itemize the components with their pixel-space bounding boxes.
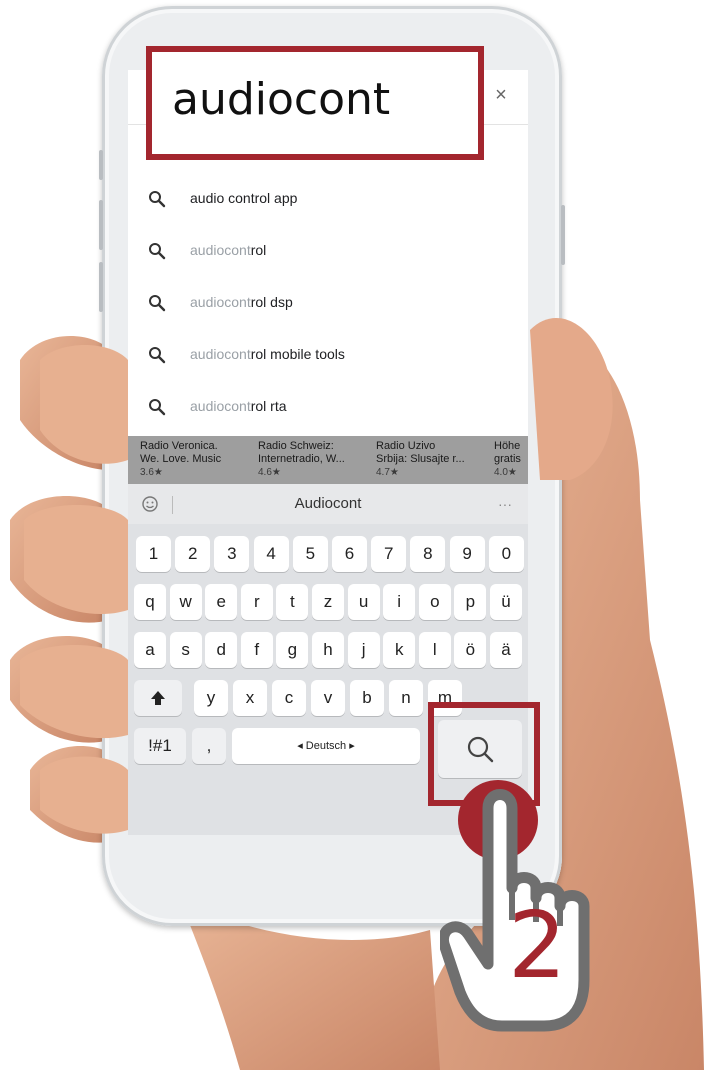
suggestion-rest: rol rta [250,398,287,414]
power-button [561,205,565,265]
suggestion-typed: audiocont [190,398,251,414]
suggestion-item[interactable]: audiocontrol mobile tools [128,330,528,382]
key-x[interactable]: x [233,680,267,716]
key-3[interactable]: 3 [214,536,250,572]
search-query-callout: audiocont [146,46,484,160]
suggestion-label: audiocontrol mobile tools [190,346,345,362]
search-icon [149,243,166,260]
key-z[interactable]: z [312,584,344,620]
key-4[interactable]: 4 [253,536,289,572]
key-o[interactable]: o [418,584,451,620]
search-icon [149,347,166,364]
prediction-word[interactable]: Audiocont [128,484,528,524]
key-q[interactable]: q [134,584,166,620]
search-icon [149,295,166,312]
key-g[interactable]: g [276,632,309,668]
shift-key[interactable] [134,680,182,716]
key-y[interactable]: y [194,680,228,716]
suggestion-item[interactable]: audiocontrol dsp [128,278,528,330]
key-r[interactable]: r [240,584,273,620]
app-title-line2: We. Love. Music [140,453,222,465]
key-n[interactable]: n [389,680,423,716]
app-title-line2: gratis [494,453,521,465]
app-results-strip: Radio Veronica. We. Love. Music 3.6★ Radio … [128,436,528,484]
symbols-key[interactable]: !#1 [134,728,186,764]
suggestion-label: audiocontrol dsp [190,294,293,310]
key-ä[interactable]: ä [490,632,522,668]
search-icon [149,191,166,208]
key-j[interactable]: j [347,632,380,668]
key-8[interactable]: 8 [410,536,446,572]
comma-key[interactable]: , [192,728,226,764]
search-query-text: audiocont [172,74,391,125]
suggestion-item[interactable]: audio control app [128,174,528,226]
app-rating: 4.6★ [258,467,281,478]
search-icon [149,399,166,416]
suggestion-rest: rol [250,242,267,258]
suggestion-label: audio control app [190,190,297,206]
key-9[interactable]: 9 [449,536,485,572]
mute-switch [99,150,103,180]
key-s[interactable]: s [169,632,202,668]
app-title-line2: Internetradio, W... [258,453,345,465]
app-rating: 4.7★ [376,467,399,478]
key-2[interactable]: 2 [175,536,211,572]
app-title-line1: Radio Veronica. [140,440,218,452]
key-i[interactable]: i [383,584,416,620]
app-title-line1: Höhe [494,440,521,452]
key-6[interactable]: 6 [332,536,367,572]
key-t[interactable]: t [276,584,309,620]
key-v[interactable]: v [311,680,345,716]
suggestion-typed: audiocont [190,242,251,258]
keyboard-prediction-bar: Audiocont ··· [128,484,528,524]
key-w[interactable]: w [169,584,202,620]
app-title-line2: Srbija: Slusajte r... [376,453,465,465]
volume-up-button [99,200,103,250]
key-ü[interactable]: ü [490,584,522,620]
app-tile[interactable]: Radio Veronica. We. Love. Music 3.6★ [140,440,258,479]
key-7[interactable]: 7 [371,536,407,572]
key-d[interactable]: d [205,632,238,668]
suggestion-label: audiocontrol rta [190,398,287,414]
key-c[interactable]: c [272,680,306,716]
app-rating: 3.6★ [140,467,163,478]
key-f[interactable]: f [240,632,273,668]
key-u[interactable]: u [347,584,380,620]
key-ö[interactable]: ö [454,632,487,668]
key-b[interactable]: b [350,680,384,716]
suggestion-item[interactable]: audiocontrol rta [128,382,528,434]
key-1[interactable]: 1 [136,536,171,572]
key-p[interactable]: p [454,584,487,620]
volume-down-button [99,262,103,312]
app-tile[interactable]: Radio Schweiz: Internetradio, W... 4.6★ [258,440,376,479]
key-e[interactable]: e [205,584,238,620]
step-number: 2 [508,892,567,999]
more-options-icon[interactable]: ··· [498,484,512,524]
app-tile[interactable]: Radio Uzivo Srbija: Slusajte r... 4.7★ [376,440,494,479]
app-rating: 4.0★ [494,467,517,478]
key-h[interactable]: h [312,632,344,668]
app-tile[interactable]: Höhe gratis 4.0★ [494,440,528,479]
suggestion-rest: audio control app [190,190,298,206]
app-title-line1: Radio Uzivo [376,440,436,452]
suggestion-label: audiocontrol [190,242,266,258]
space-key[interactable]: ◂ Deutsch ▸ [232,728,420,764]
suggestion-typed: audiocont [190,346,251,362]
suggestion-rest: rol mobile tools [250,346,345,362]
suggestion-item[interactable]: audiocontrol [128,226,528,278]
suggestion-typed: audiocont [190,294,251,310]
key-a[interactable]: a [134,632,166,668]
key-0[interactable]: 0 [488,536,524,572]
key-k[interactable]: k [383,632,416,668]
suggestion-rest: rol dsp [250,294,293,310]
close-icon[interactable]: × [490,84,512,106]
shift-arrow-icon [151,691,165,705]
key-l[interactable]: l [418,632,451,668]
app-title-line1: Radio Schweiz: [258,440,334,452]
key-5[interactable]: 5 [292,536,328,572]
